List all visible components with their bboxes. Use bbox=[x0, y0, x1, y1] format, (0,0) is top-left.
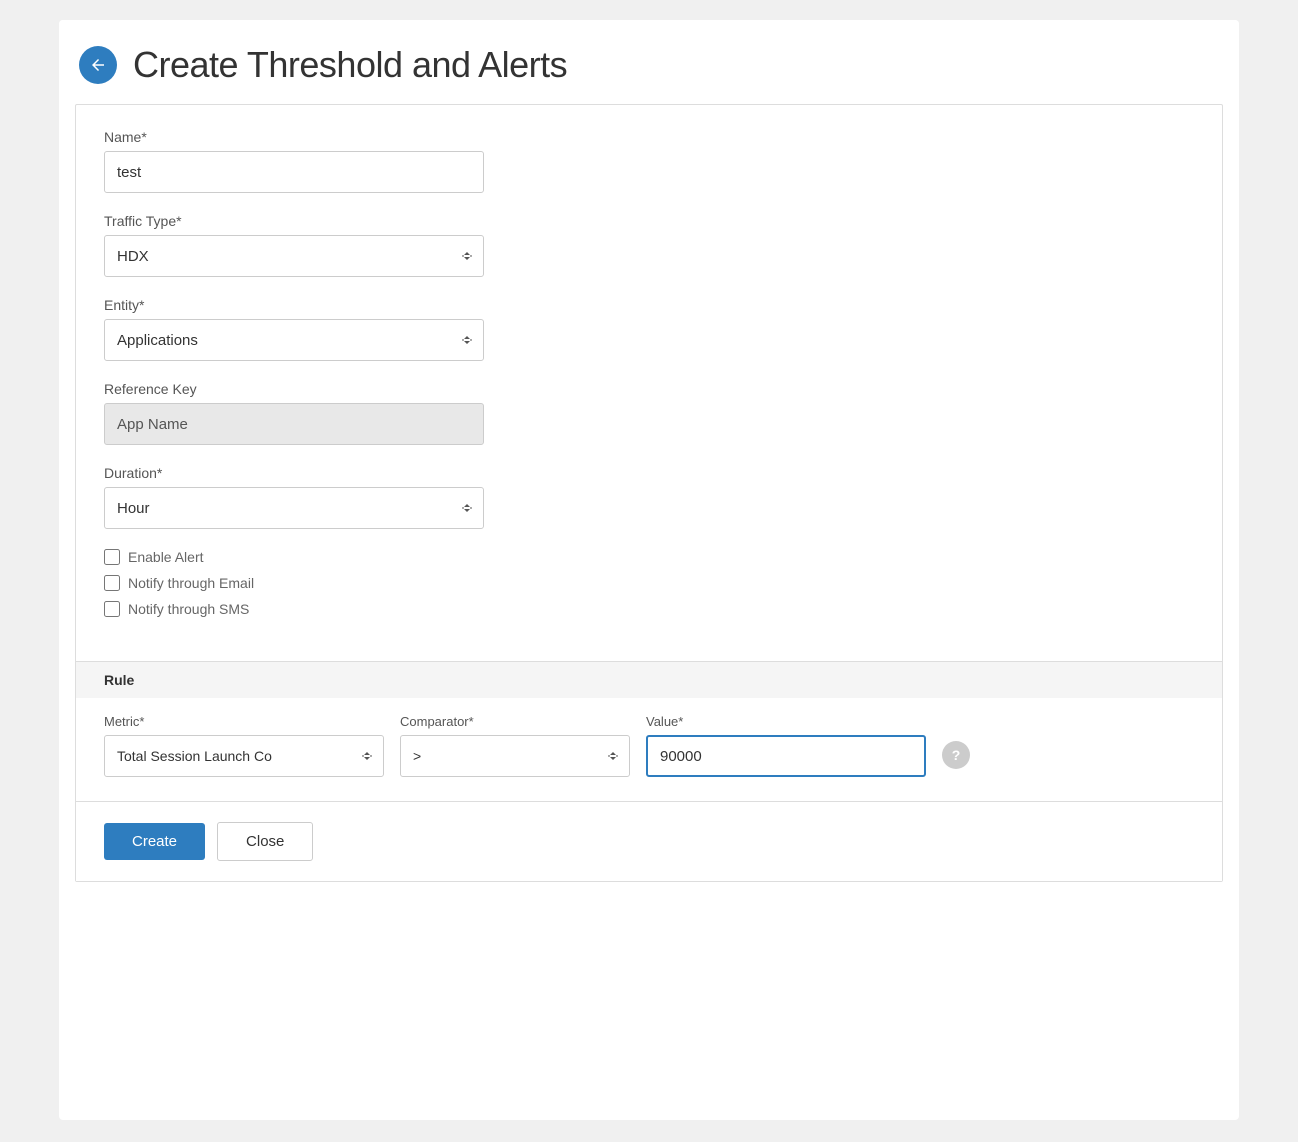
enable-alert-label: Enable Alert bbox=[128, 549, 204, 565]
comparator-select[interactable]: > < >= <= = bbox=[400, 735, 630, 777]
metric-select[interactable]: Total Session Launch Co Active Sessions … bbox=[104, 735, 384, 777]
value-label: Value* bbox=[646, 714, 926, 729]
form-container: Name* Traffic Type* HDX ICA All Entity* … bbox=[75, 104, 1223, 882]
rule-body: Metric* Total Session Launch Co Active S… bbox=[76, 698, 1222, 801]
help-icon[interactable]: ? bbox=[942, 741, 970, 769]
name-group: Name* bbox=[104, 129, 1194, 193]
page-title: Create Threshold and Alerts bbox=[133, 44, 567, 86]
name-input[interactable] bbox=[104, 151, 484, 193]
checkboxes-group: Enable Alert Notify through Email Notify… bbox=[104, 549, 1194, 617]
notify-email-checkbox-item[interactable]: Notify through Email bbox=[104, 575, 1194, 591]
traffic-type-group: Traffic Type* HDX ICA All bbox=[104, 213, 1194, 277]
reference-key-input[interactable] bbox=[104, 403, 484, 445]
form-footer: Create Close bbox=[76, 801, 1222, 881]
name-label: Name* bbox=[104, 129, 1194, 145]
create-button[interactable]: Create bbox=[104, 823, 205, 860]
rule-header: Rule bbox=[76, 662, 1222, 698]
notify-sms-checkbox[interactable] bbox=[104, 601, 120, 617]
form-body: Name* Traffic Type* HDX ICA All Entity* … bbox=[76, 105, 1222, 661]
entity-group: Entity* Applications Users Servers bbox=[104, 297, 1194, 361]
reference-key-group: Reference Key bbox=[104, 381, 1194, 445]
notify-email-checkbox[interactable] bbox=[104, 575, 120, 591]
enable-alert-checkbox-item[interactable]: Enable Alert bbox=[104, 549, 1194, 565]
rule-section: Rule Metric* Total Session Launch Co Act… bbox=[76, 661, 1222, 801]
value-field: Value* bbox=[646, 714, 926, 777]
metric-field: Metric* Total Session Launch Co Active S… bbox=[104, 714, 384, 777]
notify-sms-label: Notify through SMS bbox=[128, 601, 249, 617]
back-button[interactable] bbox=[79, 46, 117, 84]
duration-group: Duration* Hour Day Week bbox=[104, 465, 1194, 529]
comparator-field: Comparator* > < >= <= = bbox=[400, 714, 630, 777]
notify-email-label: Notify through Email bbox=[128, 575, 254, 591]
page-header: Create Threshold and Alerts bbox=[59, 20, 1239, 104]
traffic-type-select[interactable]: HDX ICA All bbox=[104, 235, 484, 277]
enable-alert-checkbox[interactable] bbox=[104, 549, 120, 565]
duration-select[interactable]: Hour Day Week bbox=[104, 487, 484, 529]
comparator-label: Comparator* bbox=[400, 714, 630, 729]
metric-label: Metric* bbox=[104, 714, 384, 729]
reference-key-label: Reference Key bbox=[104, 381, 1194, 397]
entity-select[interactable]: Applications Users Servers bbox=[104, 319, 484, 361]
close-button[interactable]: Close bbox=[217, 822, 313, 861]
value-input[interactable] bbox=[646, 735, 926, 777]
entity-label: Entity* bbox=[104, 297, 1194, 313]
traffic-type-label: Traffic Type* bbox=[104, 213, 1194, 229]
page-container: Create Threshold and Alerts Name* Traffi… bbox=[59, 20, 1239, 1120]
notify-sms-checkbox-item[interactable]: Notify through SMS bbox=[104, 601, 1194, 617]
duration-label: Duration* bbox=[104, 465, 1194, 481]
